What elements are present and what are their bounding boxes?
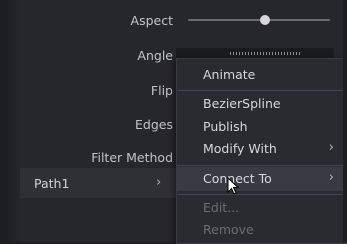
menu-item-remove: Remove — [203, 222, 254, 237]
aspect-slider-knob[interactable] — [260, 15, 270, 25]
menu-item-animate[interactable]: Animate — [203, 67, 255, 82]
aspect-slider-track[interactable] — [188, 19, 330, 21]
arrow-cursor-icon — [227, 177, 240, 195]
window-edge — [343, 0, 347, 242]
angle-label: Angle — [137, 48, 173, 63]
context-menu: Animate BezierSpline Publish Modify With… — [176, 58, 347, 244]
flip-label: Flip — [150, 83, 173, 98]
menu-item-publish[interactable]: Publish — [203, 119, 248, 134]
menu-separator — [177, 90, 347, 91]
edges-label: Edges — [135, 117, 173, 132]
menu-item-modify-with[interactable]: Modify With — [203, 141, 277, 156]
panel-edge-shadow — [8, 0, 22, 242]
aspect-label: Aspect — [130, 13, 173, 28]
angle-dial-ticks — [230, 52, 300, 55]
menu-item-edit: Edit... — [203, 200, 240, 215]
menu-separator — [177, 165, 347, 166]
submenu-chevron-icon: › — [328, 140, 334, 155]
menu-item-bezierspline[interactable]: BezierSpline — [203, 96, 281, 111]
chevron-right-icon[interactable]: › — [156, 175, 161, 190]
filter-method-label: Filter Method — [91, 150, 173, 165]
submenu-chevron-icon: › — [328, 170, 334, 185]
menu-separator — [177, 194, 347, 195]
path-row-label: Path1 — [34, 176, 70, 191]
